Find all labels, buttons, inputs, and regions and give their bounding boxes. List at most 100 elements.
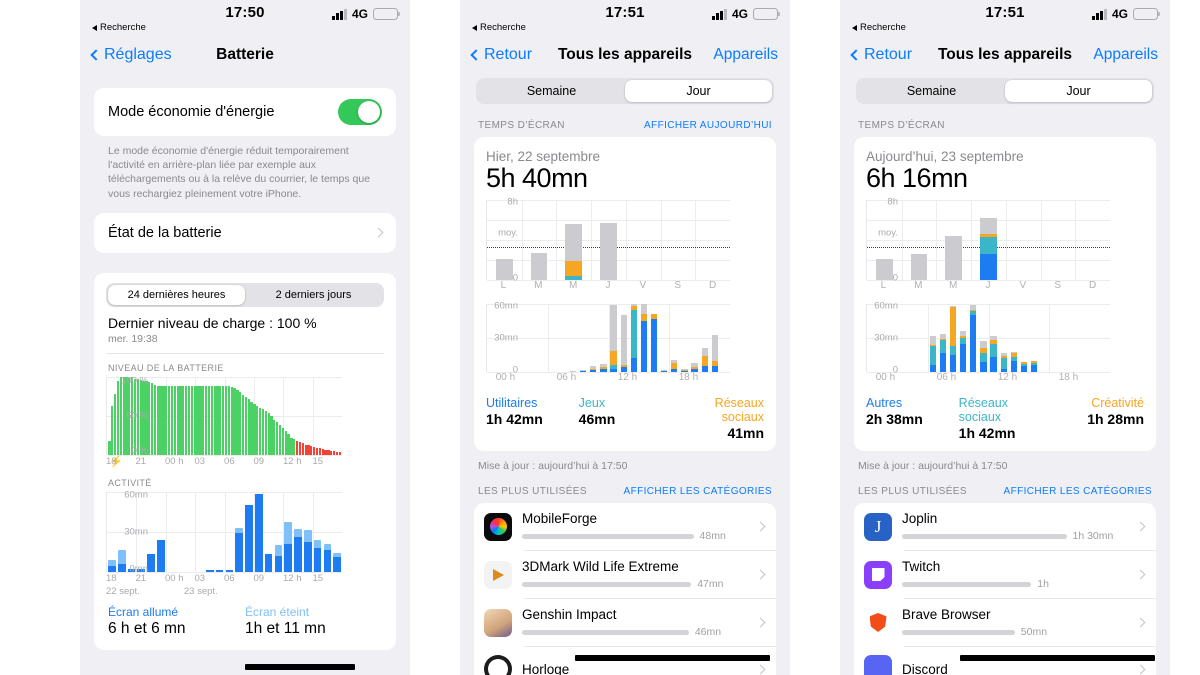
- category-value: 41mn: [727, 425, 765, 441]
- range-segmented-control[interactable]: 24 dernières heures 2 derniers jours: [106, 282, 384, 307]
- discord-icon: [864, 655, 892, 675]
- app-info: Discord: [902, 662, 1137, 675]
- network-label: 4G: [731, 7, 748, 21]
- category-value: 46mn: [578, 411, 616, 427]
- app-info: Brave Browser 50mn: [902, 607, 1137, 638]
- list-item[interactable]: Discord: [854, 647, 1156, 675]
- category-name: Réseaux sociaux: [714, 396, 765, 424]
- x-tick: 09: [253, 455, 265, 467]
- category-value: 2h 38mn: [866, 411, 923, 427]
- nav-devices-button[interactable]: Appareils: [713, 46, 778, 64]
- legend-value: 6 h et 6 mn: [108, 619, 186, 637]
- x-tick: 18 h: [678, 372, 699, 383]
- x-tick: 18: [106, 455, 117, 467]
- mobileforge-icon: [484, 512, 512, 541]
- x-tick: 15: [312, 455, 324, 467]
- nav-back-button[interactable]: Retour: [850, 46, 913, 64]
- section-label: Temps d’écran: [478, 120, 565, 131]
- chevron-right-icon: [755, 617, 766, 628]
- y-label: 30mn: [874, 332, 898, 344]
- brave-browser-icon: [864, 608, 892, 637]
- x-tick: D: [1088, 280, 1097, 291]
- list-item[interactable]: J Joplin 1h 30mn: [854, 503, 1156, 550]
- period-segmented-control[interactable]: Semaine Jour: [460, 70, 790, 108]
- category-name: Utilitaires: [486, 396, 538, 410]
- clock-icon: [484, 655, 512, 675]
- app-time: 48mn: [699, 530, 726, 542]
- x-tick: S: [1054, 280, 1062, 291]
- status-back-label: Recherche: [100, 22, 146, 33]
- low-power-row[interactable]: Mode économie d'énergie: [94, 88, 396, 136]
- x-tick: 06 h: [556, 372, 577, 383]
- battery-usage-card: 24 dernières heures 2 derniers jours Der…: [94, 272, 396, 650]
- low-power-label: Mode économie d'énergie: [108, 104, 275, 120]
- network-label: 4G: [351, 7, 368, 21]
- screentime-card: Hier, 22 septembre 5h 40mn 8h moy. 0 L M M…: [474, 137, 776, 451]
- category-1: Autres 2h 38mn: [866, 396, 959, 441]
- status-back-label: Recherche: [860, 22, 906, 33]
- show-categories-action[interactable]: Afficher les catégories: [1004, 486, 1152, 497]
- low-power-card: Mode économie d'énergie: [94, 88, 396, 136]
- redaction-bar: [575, 655, 770, 661]
- usage-bar: [902, 533, 1067, 539]
- list-item[interactable]: Horloge: [474, 647, 776, 675]
- list-item[interactable]: Twitch 1h: [854, 551, 1156, 598]
- battery-health-label: État de la batterie: [108, 224, 222, 241]
- x-tick: 06: [224, 572, 235, 584]
- segment-day[interactable]: Jour: [1005, 80, 1152, 102]
- chevron-left-icon: [850, 49, 862, 61]
- y-label: 60mn: [494, 300, 518, 312]
- app-info: Joplin 1h 30mn: [902, 511, 1137, 542]
- battery-level-section-label: Niveau de la batterie: [108, 362, 224, 373]
- nav-devices-button[interactable]: Appareils: [1093, 46, 1158, 64]
- range-tab-24h[interactable]: 24 dernières heures: [108, 284, 245, 305]
- show-categories-action[interactable]: Afficher les catégories: [624, 486, 772, 497]
- date-label: 23 sept.: [183, 585, 218, 597]
- segment-week[interactable]: Semaine: [858, 80, 1005, 102]
- status-indicators: 4G: [1092, 7, 1161, 21]
- segment-day[interactable]: Jour: [625, 80, 772, 102]
- status-back-to-search[interactable]: Recherche: [852, 22, 906, 33]
- list-item[interactable]: Genshin Impact 46mn: [474, 599, 776, 646]
- list-item[interactable]: MobileForge 48mn: [474, 503, 776, 550]
- low-power-toggle[interactable]: [338, 99, 382, 125]
- segment-week[interactable]: Semaine: [478, 80, 625, 102]
- usage-bar: [902, 581, 1032, 587]
- category-legend: Autres 2h 38mn Réseaux sociaux 1h 42mn C…: [866, 386, 1144, 443]
- period-segmented-control[interactable]: Semaine Jour: [840, 70, 1170, 108]
- x-tick: M: [568, 280, 578, 291]
- app-name: Horloge: [522, 661, 570, 675]
- nav-back-button[interactable]: Réglages: [90, 46, 172, 64]
- category-2: Jeux 46mn: [579, 396, 672, 441]
- screentime-total: 5h 40mn: [486, 163, 588, 193]
- status-back-to-search[interactable]: Recherche: [92, 22, 146, 33]
- x-tick: S: [674, 280, 682, 291]
- nav-back-button[interactable]: Retour: [470, 46, 532, 64]
- status-back-to-search[interactable]: Recherche: [472, 22, 526, 33]
- nav-back-label: Retour: [864, 46, 913, 63]
- x-tick: 06: [224, 455, 235, 467]
- show-today-action[interactable]: Afficher aujourd’hui: [644, 120, 772, 131]
- battery-health-row[interactable]: État de la batterie: [94, 213, 396, 253]
- list-item[interactable]: Brave Browser 50mn: [854, 599, 1156, 646]
- app-time: 46mn: [694, 626, 722, 638]
- chevron-right-icon: [1135, 664, 1146, 674]
- category-name: Créativité: [1091, 396, 1145, 410]
- x-tick: 18 h: [1058, 372, 1079, 383]
- activity-chart: 60mn 30mn 0mn 18 21 00 h 03 06 09 12 h 15 22 se…: [106, 489, 384, 599]
- activity-date-axis: 22 sept. 23 sept.: [106, 586, 342, 599]
- nav-bar: Réglages Batterie: [80, 40, 410, 70]
- list-item[interactable]: 3DMark Wild Life Extreme 47mn: [474, 551, 776, 598]
- x-tick: 12 h: [283, 455, 302, 467]
- category-name: Jeux: [578, 396, 606, 410]
- range-tab-2days[interactable]: 2 derniers jours: [245, 285, 382, 305]
- y-label: moy.: [498, 227, 518, 239]
- nav-bar: Retour Tous les appareils Appareils: [840, 40, 1170, 70]
- category-value: 1h 42mn: [958, 425, 1016, 441]
- y-label: 50 %: [126, 410, 148, 422]
- weekly-x-axis: LMMJVSD: [486, 280, 730, 294]
- app-time: 1h 30mn: [1072, 530, 1114, 542]
- status-indicators: 4G: [712, 7, 781, 21]
- activity-y-axis: 60mn 30mn 0mn: [106, 489, 150, 574]
